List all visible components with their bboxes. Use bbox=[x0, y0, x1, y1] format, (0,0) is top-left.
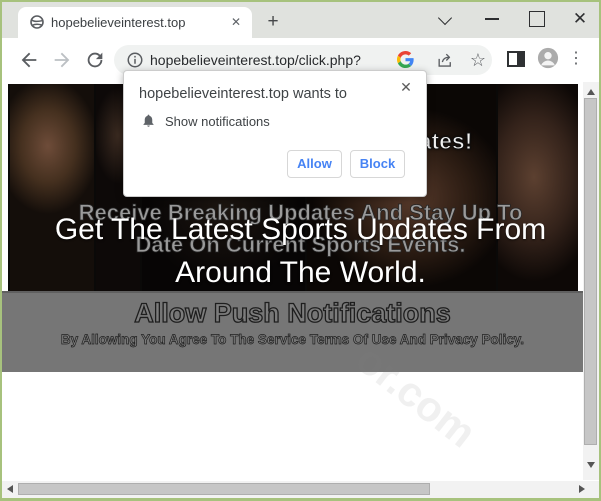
page-headline-line-1: Get The Latest Sports Updates From bbox=[2, 213, 599, 247]
google-g-icon[interactable] bbox=[397, 51, 414, 68]
permission-label: Show notifications bbox=[165, 114, 270, 129]
url-text[interactable]: hopebelieveinterest.top/click.php? bbox=[150, 52, 361, 68]
window-minimize-button[interactable] bbox=[475, 2, 509, 36]
notification-permission-dialog: ✕ hopebelieveinterest.top wants to Show … bbox=[123, 70, 427, 197]
back-button[interactable] bbox=[18, 49, 40, 71]
allow-button[interactable]: Allow bbox=[287, 150, 342, 178]
push-notification-bar: Allow Push Notifications By Allowing You… bbox=[2, 291, 583, 372]
vertical-scrollbar[interactable] bbox=[583, 82, 599, 480]
browser-tab[interactable]: hopebelieveinterest.top ✕ bbox=[18, 7, 252, 38]
window-maximize-button[interactable] bbox=[519, 2, 553, 36]
share-icon[interactable] bbox=[436, 51, 455, 70]
globe-favicon-icon bbox=[29, 14, 45, 30]
site-info-icon[interactable] bbox=[126, 51, 144, 69]
new-tab-button[interactable]: + bbox=[260, 9, 286, 35]
horizontal-scrollbar[interactable] bbox=[2, 481, 599, 498]
scroll-right-arrow-icon[interactable] bbox=[579, 485, 585, 493]
page-headline-line-2: Around The World. bbox=[2, 256, 599, 290]
browser-menu-icon[interactable]: ⋮ bbox=[568, 46, 584, 72]
tab-strip: hopebelieveinterest.top ✕ + ✕ bbox=[2, 2, 599, 38]
scroll-left-arrow-icon[interactable] bbox=[7, 485, 13, 493]
horizontal-scrollbar-thumb[interactable] bbox=[18, 483, 430, 495]
bell-icon bbox=[141, 113, 156, 128]
bookmark-star-icon[interactable]: ☆ bbox=[468, 48, 488, 72]
tab-close-icon[interactable]: ✕ bbox=[228, 14, 244, 30]
push-bar-title: Allow Push Notifications bbox=[2, 298, 583, 329]
window-close-button[interactable]: ✕ bbox=[563, 2, 597, 36]
profile-avatar[interactable] bbox=[537, 47, 559, 69]
side-panel-icon[interactable] bbox=[507, 51, 525, 67]
scroll-up-arrow-icon[interactable] bbox=[587, 89, 595, 95]
tab-title: hopebelieveinterest.top bbox=[51, 15, 185, 30]
push-bar-subtitle: By Allowing You Agree To The Service Ter… bbox=[2, 332, 583, 347]
scroll-down-arrow-icon[interactable] bbox=[587, 462, 595, 468]
block-button[interactable]: Block bbox=[350, 150, 405, 178]
dialog-close-icon[interactable]: ✕ bbox=[397, 78, 415, 96]
vertical-scrollbar-thumb[interactable] bbox=[584, 98, 597, 445]
reload-button[interactable] bbox=[84, 49, 106, 71]
forward-button[interactable] bbox=[51, 49, 73, 71]
dialog-title: hopebelieveinterest.top wants to bbox=[139, 86, 347, 102]
window-chevron-down-icon[interactable] bbox=[429, 2, 463, 36]
